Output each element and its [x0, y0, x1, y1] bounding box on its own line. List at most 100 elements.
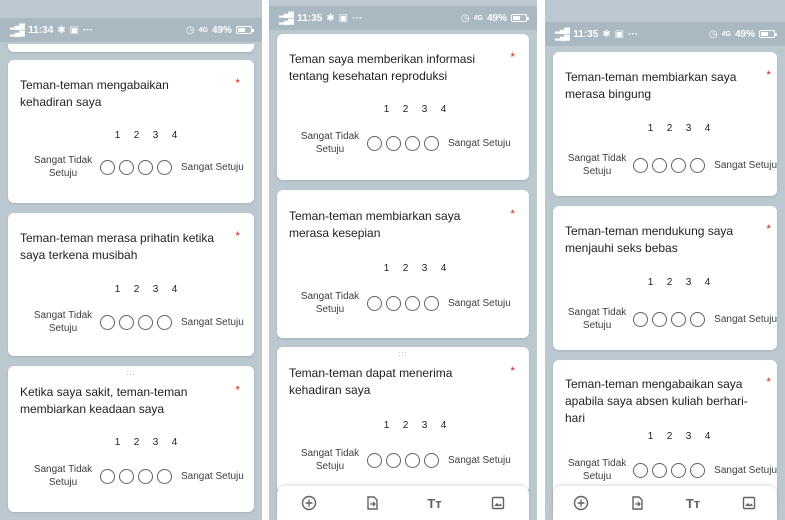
radio-option-4[interactable]: [157, 314, 172, 330]
required-asterisk: *: [510, 207, 515, 221]
question-card[interactable]: Teman-teman merasa prihatin ketika saya …: [8, 213, 254, 356]
scale-numbers: 1234: [383, 420, 447, 431]
radio-option-1[interactable]: [633, 157, 649, 173]
question-title: Teman saya memberikan informasi tentang …: [289, 52, 476, 83]
screenshot-2: ▂▄▆ ▂▄▆ 11:35 ✱ ▣ ··· ◷ 4G 49% Teman saya…: [269, 0, 537, 520]
add-question-icon[interactable]: [571, 495, 591, 511]
radio-option-2[interactable]: [386, 135, 401, 151]
radio-option-4[interactable]: [157, 468, 172, 484]
radio-option-1[interactable]: [100, 314, 115, 330]
signal-icon: ▂▄▆ ▂▄▆: [279, 11, 294, 25]
required-asterisk: *: [766, 375, 771, 389]
alarm-icon: ◷: [708, 28, 718, 40]
scale-right-label: Sangat Setuju: [714, 464, 777, 476]
radio-option-1[interactable]: [100, 468, 115, 484]
scale-right-label: Sangat Setuju: [448, 297, 511, 309]
radio-option-3[interactable]: [405, 452, 420, 468]
screenshot-3: ▂▄▆ ▂▄▆ 11:35 ✱ ▣ ··· ◷ 4G 49% Teman-tema…: [545, 0, 785, 520]
add-question-icon[interactable]: [299, 495, 319, 511]
question-card[interactable]: ::: Ketika saya sakit, teman-teman membi…: [8, 366, 254, 512]
scale-right-label: Sangat Setuju: [714, 313, 777, 325]
status-time: 11:35: [573, 28, 599, 40]
radio-option-1[interactable]: [367, 452, 382, 468]
scale-left-label: Sangat Tidak Setuju: [300, 131, 360, 155]
radio-option-3[interactable]: [671, 157, 687, 173]
bluetooth-icon: ✱: [602, 28, 611, 40]
radio-option-4[interactable]: [690, 462, 706, 478]
notification-icon: ▣: [69, 24, 80, 36]
signal-icon: ▂▄▆ ▂▄▆: [555, 27, 570, 41]
radio-option-3[interactable]: [405, 135, 420, 151]
radio-option-2[interactable]: [652, 462, 668, 478]
radio-option-3[interactable]: [138, 468, 153, 484]
question-title: Teman-teman membiarkan saya merasa kesep…: [289, 209, 461, 240]
radio-option-3[interactable]: [405, 295, 420, 311]
radio-option-3[interactable]: [671, 311, 687, 327]
add-image-icon[interactable]: [739, 495, 759, 511]
radio-option-2[interactable]: [652, 157, 668, 173]
scale-left-label: Sangat Tidak Setuju: [567, 458, 627, 482]
bottom-toolbar: Tт: [553, 486, 777, 520]
scale-right-label: Sangat Setuju: [181, 316, 244, 328]
import-questions-icon[interactable]: [362, 495, 382, 511]
radio-option-4[interactable]: [690, 157, 706, 173]
linear-scale: Sangat Tidak Setuju Sangat Setuju: [28, 463, 254, 489]
drag-handle[interactable]: :::: [399, 351, 408, 358]
linear-scale: Sangat Tidak Setuju Sangat Setuju: [295, 447, 529, 473]
required-asterisk: *: [510, 364, 515, 378]
radio-option-3[interactable]: [671, 462, 687, 478]
required-asterisk: *: [235, 229, 240, 243]
radio-option-1[interactable]: [633, 311, 649, 327]
scale-right-label: Sangat Setuju: [181, 470, 244, 482]
radio-option-4[interactable]: [690, 311, 706, 327]
scale-left-label: Sangat Tidak Setuju: [33, 310, 93, 334]
add-image-icon[interactable]: [488, 495, 508, 511]
radio-option-1[interactable]: [100, 159, 115, 175]
battery-percent: 49%: [486, 12, 507, 24]
card-top-partial: [8, 44, 254, 52]
linear-scale: Sangat Tidak Setuju Sangat Setuju: [295, 290, 529, 316]
bluetooth-icon: ✱: [57, 24, 66, 36]
radio-option-1[interactable]: [367, 295, 382, 311]
battery-icon: [759, 30, 777, 38]
linear-scale: Sangat Tidak Setuju Sangat Setuju: [563, 306, 777, 332]
scale-numbers: 1234: [383, 263, 447, 274]
question-title: Teman-teman mengabaikan kehadiran saya: [20, 78, 169, 109]
radio-option-2[interactable]: [119, 468, 134, 484]
scale-numbers: 1234: [383, 104, 447, 115]
question-card[interactable]: Teman saya memberikan informasi tentang …: [277, 34, 529, 180]
battery-icon: [236, 26, 254, 34]
scale-left-label: Sangat Tidak Setuju: [33, 155, 93, 179]
linear-scale: Sangat Tidak Setuju Sangat Setuju: [28, 154, 254, 180]
radio-option-4[interactable]: [157, 159, 172, 175]
status-bar: ▂▄▆ ▂▄▆ 11:34 ✱ ▣ ··· ◷ 4G 49%: [0, 18, 262, 42]
add-title-icon[interactable]: Tт: [425, 496, 445, 511]
radio-option-4[interactable]: [424, 295, 439, 311]
question-card[interactable]: ::: Teman-teman dapat menerima kehadiran…: [277, 347, 529, 493]
radio-option-2[interactable]: [652, 311, 668, 327]
radio-option-3[interactable]: [138, 159, 153, 175]
question-card[interactable]: Teman-teman membiarkan saya merasa kesep…: [277, 190, 529, 338]
radio-option-4[interactable]: [424, 135, 439, 151]
radio-option-4[interactable]: [424, 452, 439, 468]
bluetooth-icon: ✱: [326, 12, 335, 24]
radio-option-1[interactable]: [367, 135, 382, 151]
drag-handle[interactable]: :::: [127, 370, 136, 377]
notification-icon: ▣: [338, 12, 349, 24]
import-questions-icon[interactable]: [627, 495, 647, 511]
status-bar: ▂▄▆ ▂▄▆ 11:35 ✱ ▣ ··· ◷ 4G 49%: [545, 22, 785, 46]
add-title-icon[interactable]: Tт: [683, 496, 703, 511]
radio-option-1[interactable]: [633, 462, 649, 478]
radio-option-2[interactable]: [119, 314, 134, 330]
question-card[interactable]: Teman-teman mendukung saya menjauhi seks…: [553, 206, 777, 350]
scale-numbers: 1234: [647, 123, 711, 134]
radio-option-2[interactable]: [119, 159, 134, 175]
radio-option-2[interactable]: [386, 295, 401, 311]
question-card[interactable]: Teman-teman membiarkan saya merasa bingu…: [553, 52, 777, 196]
radio-option-3[interactable]: [138, 314, 153, 330]
question-card[interactable]: Teman-teman mengabaikan kehadiran saya *…: [8, 60, 254, 203]
scale-left-label: Sangat Tidak Setuju: [567, 307, 627, 331]
alarm-icon: ◷: [185, 24, 195, 36]
radio-option-2[interactable]: [386, 452, 401, 468]
question-title: Teman-teman dapat menerima kehadiran say…: [289, 366, 453, 397]
